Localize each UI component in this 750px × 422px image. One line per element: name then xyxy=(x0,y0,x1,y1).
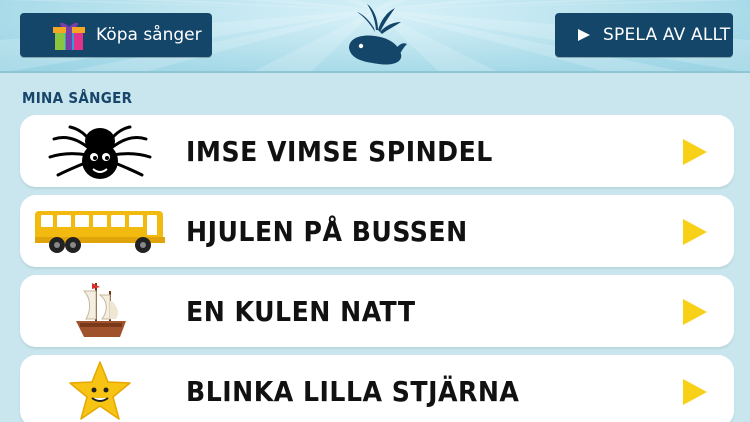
song-icon-container xyxy=(30,199,170,263)
header: Köpa sånger SPELA AV ALLT xyxy=(0,0,750,73)
song-icon-container xyxy=(30,279,170,343)
play-song-icon[interactable] xyxy=(682,138,708,166)
song-icon-container xyxy=(30,119,170,183)
song-title: IMSE VIMSE SPINDEL xyxy=(186,134,493,168)
buy-songs-button[interactable]: Köpa sånger xyxy=(20,13,212,57)
play-song-icon[interactable] xyxy=(682,218,708,246)
song-item-en-kulen-natt[interactable]: EN KULEN NATT xyxy=(20,275,734,347)
bus-icon xyxy=(35,211,165,253)
play-song-icon[interactable] xyxy=(682,298,708,326)
ship-icon xyxy=(76,283,126,337)
gift-icon xyxy=(53,22,85,50)
song-item-hjulen-pa-bussen[interactable]: HJULEN PÅ BUSSEN xyxy=(20,195,734,267)
song-item-blinka-lilla-stjarna[interactable]: BLINKA LILLA STJÄRNA xyxy=(20,355,734,422)
song-title: EN KULEN NATT xyxy=(186,294,416,328)
song-title: HJULEN PÅ BUSSEN xyxy=(186,214,468,248)
song-list: IMSE VIMSE SPINDEL HJULEN PÅ BUSSEN EN K… xyxy=(20,115,734,422)
buy-songs-label: Köpa sånger xyxy=(96,25,202,45)
spider-icon xyxy=(48,125,152,179)
song-title: BLINKA LILLA STJÄRNA xyxy=(186,374,520,408)
section-title: MINA SÅNGER xyxy=(22,89,133,107)
star-icon xyxy=(69,361,131,420)
song-item-imse-vimse-spindel[interactable]: IMSE VIMSE SPINDEL xyxy=(20,115,734,187)
whale-logo-icon xyxy=(349,4,407,65)
play-all-label: SPELA AV ALLT xyxy=(603,25,731,45)
play-icon xyxy=(578,29,590,41)
song-icon-container xyxy=(30,359,170,422)
play-all-button[interactable]: SPELA AV ALLT xyxy=(555,13,733,57)
play-song-icon[interactable] xyxy=(682,378,708,406)
